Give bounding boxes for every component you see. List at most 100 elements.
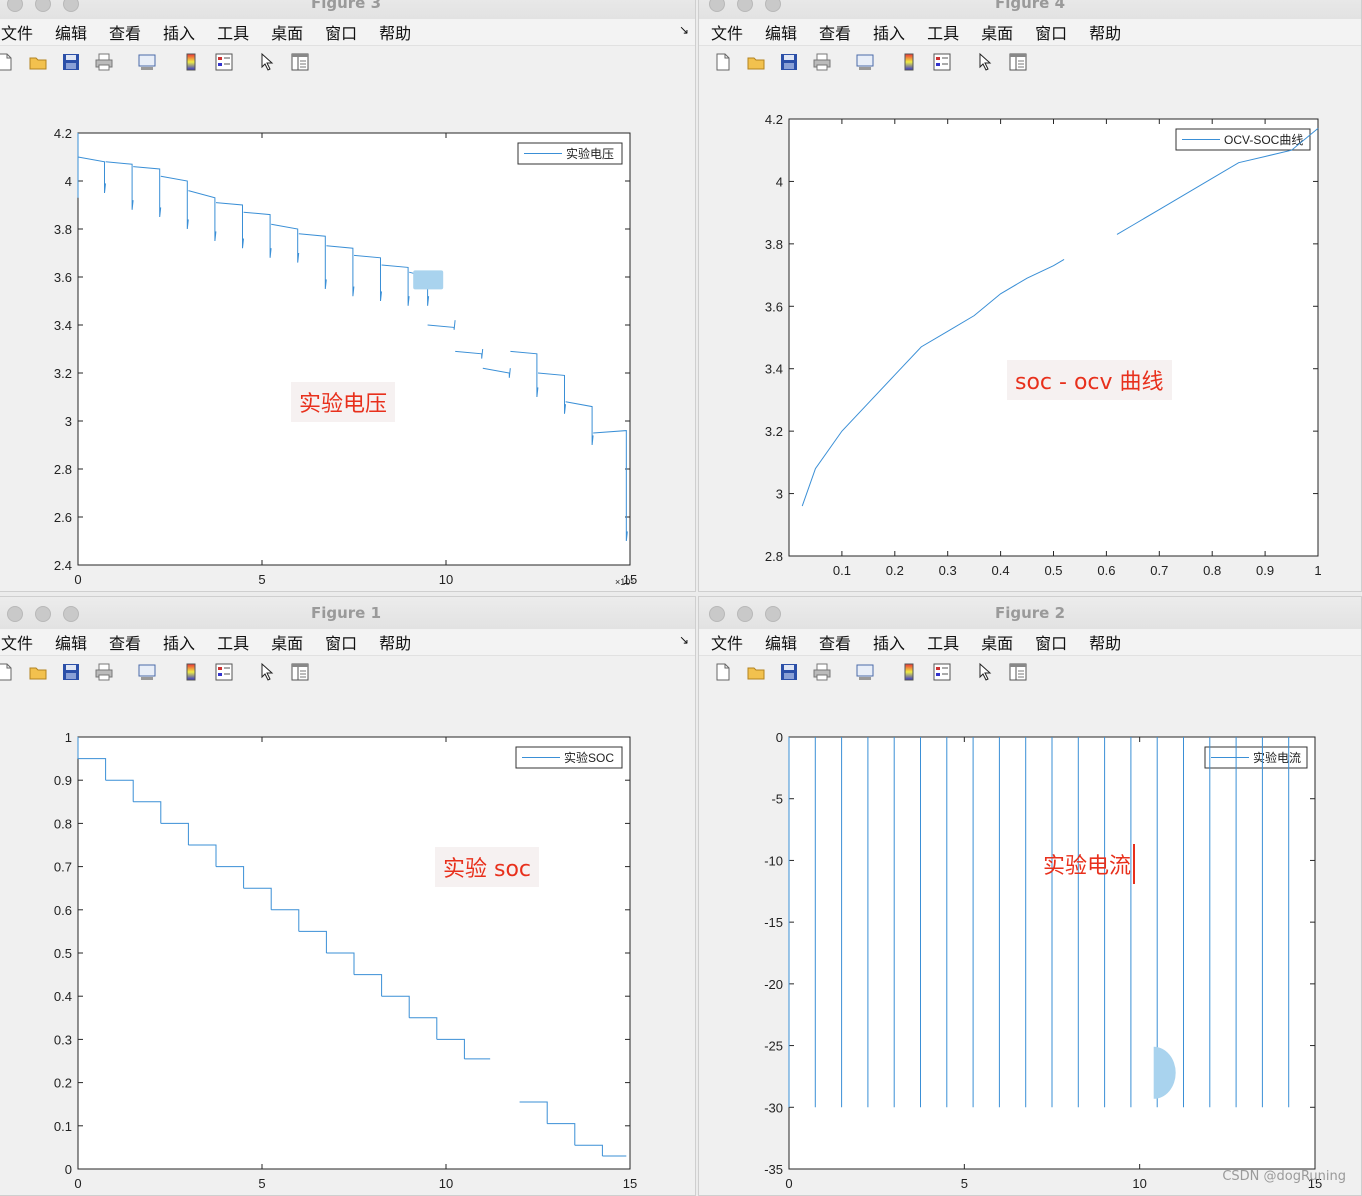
save-icon[interactable]: [61, 52, 81, 72]
legend-label: 实验电流: [1253, 750, 1301, 765]
pointer-icon[interactable]: [257, 662, 277, 682]
pointer-icon[interactable]: [975, 52, 995, 72]
x-tick-label: 0.5: [1044, 563, 1062, 578]
open-folder-icon[interactable]: [28, 662, 48, 682]
link-icon[interactable]: [855, 662, 875, 682]
soc-plot: 0 5 10 15 0 0.1 0.2 0.3 0.4 0.5 0.6 0.7 0.8 0.9 1 实验SOC: [54, 730, 637, 1191]
menu-file[interactable]: 文件: [711, 630, 743, 654]
title-bar: Figure 2: [699, 597, 1361, 630]
menu-insert[interactable]: 插入: [873, 20, 905, 44]
menu-view[interactable]: 查看: [819, 630, 851, 654]
x-tick-label: 10: [1132, 1176, 1146, 1191]
property-icon[interactable]: [1008, 52, 1028, 72]
menu-insert[interactable]: 插入: [163, 20, 195, 44]
dock-figure-icon[interactable]: ↘: [679, 23, 689, 37]
menu-tools[interactable]: 工具: [927, 630, 959, 654]
menu-tools[interactable]: 工具: [927, 20, 959, 44]
y-tick-label: 0.9: [54, 773, 72, 788]
voltage-plot: 0 5 10 152.42.62.833.23.43.63.844.2实验电压×10⁵: [54, 126, 637, 587]
property-icon[interactable]: [290, 52, 310, 72]
title-bar: Figure 3: [0, 0, 695, 20]
save-icon[interactable]: [61, 662, 81, 682]
y-tick-label: 1: [65, 730, 72, 745]
x-tick-label: 1: [1314, 563, 1321, 578]
y-tick-label: 0.1: [54, 1119, 72, 1134]
legend-icon[interactable]: [214, 52, 234, 72]
menu-window[interactable]: 窗口: [325, 20, 357, 44]
menu-help[interactable]: 帮助: [1089, 630, 1121, 654]
x-tick-label: 0.4: [992, 563, 1010, 578]
menu-desktop[interactable]: 桌面: [981, 20, 1013, 44]
y-tick-label: 0.7: [54, 860, 72, 875]
menu-edit[interactable]: 编辑: [55, 630, 87, 654]
open-folder-icon[interactable]: [28, 52, 48, 72]
menu-help[interactable]: 帮助: [379, 20, 411, 44]
link-icon[interactable]: [137, 52, 157, 72]
pointer-icon[interactable]: [257, 52, 277, 72]
new-file-icon[interactable]: [713, 52, 733, 72]
menu-window[interactable]: 窗口: [1035, 630, 1067, 654]
legend-icon[interactable]: [932, 662, 952, 682]
new-file-icon[interactable]: [713, 662, 733, 682]
menu-file[interactable]: 文件: [1, 20, 33, 44]
x-tick-label: 0.9: [1256, 563, 1274, 578]
menu-file[interactable]: 文件: [711, 20, 743, 44]
open-folder-icon[interactable]: [746, 52, 766, 72]
legend-label: 实验SOC: [564, 750, 614, 765]
colorbar-icon[interactable]: [899, 52, 919, 72]
legend-label: OCV-SOC曲线: [1224, 133, 1303, 147]
menu-insert[interactable]: 插入: [873, 630, 905, 654]
dock-figure-icon[interactable]: ↘: [679, 633, 689, 647]
property-icon[interactable]: [290, 662, 310, 682]
save-icon[interactable]: [779, 52, 799, 72]
menu-help[interactable]: 帮助: [1089, 20, 1121, 44]
menu-view[interactable]: 查看: [109, 630, 141, 654]
window-title: Figure 3: [310, 0, 382, 12]
menu-window[interactable]: 窗口: [325, 630, 357, 654]
link-icon[interactable]: [855, 52, 875, 72]
menu-desktop[interactable]: 桌面: [271, 630, 303, 654]
menu-help[interactable]: 帮助: [379, 630, 411, 654]
menu-view[interactable]: 查看: [819, 20, 851, 44]
save-icon[interactable]: [779, 662, 799, 682]
colorbar-icon[interactable]: [181, 52, 201, 72]
annotation-label: 实验电压: [291, 382, 396, 422]
x-tick-label: 5: [961, 1176, 968, 1191]
pointer-icon[interactable]: [975, 662, 995, 682]
legend-label: 实验电压: [566, 146, 614, 161]
menu-tools[interactable]: 工具: [217, 20, 249, 44]
x-tick-label: 0.1: [833, 563, 851, 578]
menu-insert[interactable]: 插入: [163, 630, 195, 654]
print-icon[interactable]: [94, 52, 114, 72]
menu-tools[interactable]: 工具: [217, 630, 249, 654]
link-icon[interactable]: [137, 662, 157, 682]
new-file-icon[interactable]: [0, 52, 15, 72]
legend-icon[interactable]: [932, 52, 952, 72]
menu-window[interactable]: 窗口: [1035, 20, 1067, 44]
print-icon[interactable]: [812, 662, 832, 682]
legend-icon[interactable]: [214, 662, 234, 682]
menu-file[interactable]: 文件: [1, 630, 33, 654]
menu-desktop[interactable]: 桌面: [981, 630, 1013, 654]
x-tick-label: 0.7: [1150, 563, 1168, 578]
menu-edit[interactable]: 编辑: [765, 630, 797, 654]
colorbar-icon[interactable]: [899, 662, 919, 682]
plot-canvas: 0 5 10 15 0 -5 -10 -15 -20 -25 -30 -35 实验电流 实验电流: [699, 688, 1361, 1195]
print-icon[interactable]: [812, 52, 832, 72]
x-exponent-label: ×10⁵: [615, 577, 634, 587]
menu-desktop[interactable]: 桌面: [271, 20, 303, 44]
new-file-icon[interactable]: [0, 662, 15, 682]
property-icon[interactable]: [1008, 662, 1028, 682]
menu-view[interactable]: 查看: [109, 20, 141, 44]
print-icon[interactable]: [94, 662, 114, 682]
y-tick-label: 0: [776, 730, 783, 745]
menu-edit[interactable]: 编辑: [55, 20, 87, 44]
y-tick-label: 3.4: [54, 318, 72, 333]
y-tick-label: 3.2: [54, 366, 72, 381]
menu-bar: 文件 编辑 查看 插入 工具 桌面 窗口 帮助: [699, 19, 1361, 45]
menu-bar: 文件 编辑 查看 插入 工具 桌面 窗口 帮助: [699, 629, 1361, 655]
colorbar-icon[interactable]: [181, 662, 201, 682]
annotation-label: 实验电流: [1035, 844, 1136, 884]
menu-edit[interactable]: 编辑: [765, 20, 797, 44]
open-folder-icon[interactable]: [746, 662, 766, 682]
